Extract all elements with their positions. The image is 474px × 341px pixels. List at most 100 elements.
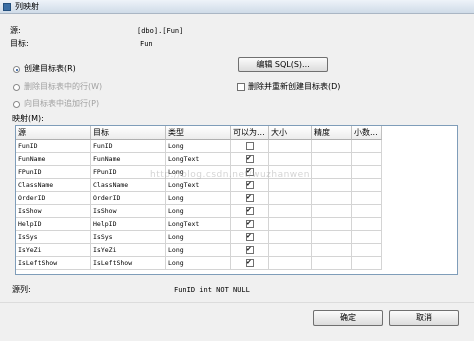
type-cell[interactable]: LongText [166,153,231,166]
create-table-label: 创建目标表(R) [24,64,76,73]
size-cell[interactable] [269,244,312,257]
column-header-nullable[interactable]: 可以为... [231,126,269,140]
target-cell[interactable]: ClassName [91,179,166,192]
target-cell[interactable]: OrderID [91,192,166,205]
ok-button[interactable]: 确定 [313,310,383,326]
nullable-checkbox[interactable] [245,257,254,267]
delete-rows-radio[interactable] [13,84,20,91]
precision-cell[interactable] [312,140,352,153]
precision-cell[interactable] [312,179,352,192]
target-cell[interactable]: IsYeZi [91,244,166,257]
scale-cell[interactable] [352,153,382,166]
type-cell[interactable]: Long [166,140,231,153]
scale-cell[interactable] [352,257,382,270]
watermark: http://blog.csdn.net/wuzhanwen [150,170,310,180]
type-cell[interactable]: LongText [166,218,231,231]
source-cell[interactable]: IsSys [16,231,91,244]
size-cell[interactable] [269,140,312,153]
nullable-checkbox[interactable] [245,153,254,163]
window-title: 列映射 [15,2,39,11]
nullable-cell[interactable] [231,179,269,192]
column-header-source[interactable]: 源 [16,126,91,140]
drop-recreate-label: 删除并重新创建目标表(D) [248,82,341,91]
source-cell[interactable]: FunName [16,153,91,166]
precision-cell[interactable] [312,244,352,257]
nullable-cell[interactable] [231,205,269,218]
size-cell[interactable] [269,257,312,270]
precision-cell[interactable] [312,192,352,205]
edit-sql-button[interactable]: 编辑 SQL(S)... [238,57,328,72]
nullable-cell[interactable] [231,244,269,257]
type-cell[interactable]: LongText [166,179,231,192]
window-icon [3,3,11,11]
target-cell[interactable]: IsLeftShow [91,257,166,270]
precision-cell[interactable] [312,166,352,179]
type-cell[interactable]: Long [166,244,231,257]
source-cell[interactable]: IsYeZi [16,244,91,257]
source-cell[interactable]: IsShow [16,205,91,218]
column-header-size[interactable]: 大小 [269,126,312,140]
target-cell[interactable]: IsSys [91,231,166,244]
nullable-checkbox[interactable] [245,205,254,215]
size-cell[interactable] [269,205,312,218]
target-cell[interactable]: IsShow [91,205,166,218]
column-header-target[interactable]: 目标 [91,126,166,140]
size-cell[interactable] [269,231,312,244]
source-cell[interactable]: FPunID [16,166,91,179]
nullable-cell[interactable] [231,218,269,231]
type-cell[interactable]: Long [166,257,231,270]
nullable-checkbox[interactable] [245,179,254,189]
scale-cell[interactable] [352,205,382,218]
size-cell[interactable] [269,218,312,231]
size-cell[interactable] [269,192,312,205]
nullable-checkbox[interactable] [245,218,254,228]
append-rows-radio[interactable] [13,101,20,108]
scale-cell[interactable] [352,244,382,257]
create-table-radio[interactable] [13,66,20,73]
source-cell[interactable]: FunID [16,140,91,153]
source-cell[interactable]: IsLeftShow [16,257,91,270]
target-value: Fun [140,40,153,48]
nullable-cell[interactable] [231,231,269,244]
drop-recreate-checkbox[interactable] [237,83,245,91]
nullable-checkbox[interactable] [245,192,254,202]
type-cell[interactable]: Long [166,205,231,218]
scale-cell[interactable] [352,140,382,153]
size-cell[interactable] [269,153,312,166]
target-cell[interactable]: FunID [91,140,166,153]
precision-cell[interactable] [312,257,352,270]
type-cell[interactable]: Long [166,231,231,244]
nullable-cell[interactable] [231,192,269,205]
size-cell[interactable] [269,179,312,192]
nullable-cell[interactable] [231,257,269,270]
target-cell[interactable]: HelpID [91,218,166,231]
scale-cell[interactable] [352,192,382,205]
nullable-cell[interactable] [231,153,269,166]
scale-cell[interactable] [352,218,382,231]
target-label: 目标: [10,39,29,48]
nullable-cell[interactable] [231,140,269,153]
nullable-checkbox[interactable] [245,244,254,254]
precision-cell[interactable] [312,153,352,166]
source-column-value: FunID int NOT NULL [174,286,250,294]
nullable-checkbox[interactable] [245,142,254,150]
precision-cell[interactable] [312,205,352,218]
target-cell[interactable]: FunName [91,153,166,166]
scale-cell[interactable] [352,179,382,192]
column-header-scale[interactable]: 小数... [352,126,382,140]
scale-cell[interactable] [352,231,382,244]
cancel-button[interactable]: 取消 [389,310,459,326]
source-cell[interactable]: HelpID [16,218,91,231]
source-label: 源: [10,26,21,35]
source-cell[interactable]: ClassName [16,179,91,192]
mapping-grid[interactable]: 源 目标 类型 可以为... 大小 精度 小数... FunID FunID Lon… [15,125,458,275]
scale-cell[interactable] [352,166,382,179]
nullable-checkbox[interactable] [245,231,254,241]
source-cell[interactable]: OrderID [16,192,91,205]
mapping-label: 映射(M): [12,114,44,123]
precision-cell[interactable] [312,231,352,244]
column-header-type[interactable]: 类型 [166,126,231,140]
type-cell[interactable]: Long [166,192,231,205]
precision-cell[interactable] [312,218,352,231]
column-header-precision[interactable]: 精度 [312,126,352,140]
